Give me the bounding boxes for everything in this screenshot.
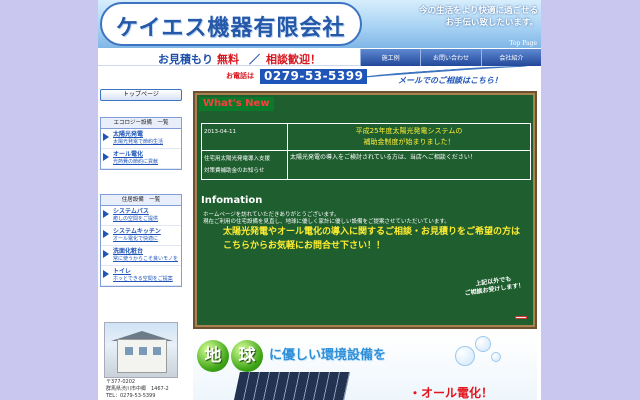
company-logo[interactable]: ケイエス機器有限会社 xyxy=(100,2,362,46)
news-table: 2013-04-11 平成25年度太陽光発電システムの 補助金制度が始まりました… xyxy=(201,123,531,180)
sidebar-item-subtitle: 常に使うからこそ良いモノを xyxy=(113,256,179,262)
nav-company-info[interactable]: 会社紹介 xyxy=(480,49,541,66)
arrow-right-icon xyxy=(103,230,109,238)
sidebar-item-subtitle: 太陽光発電で節約生活 xyxy=(113,139,164,145)
house-section-title: 住居設備 一覧 xyxy=(101,195,181,206)
free-label: 無料 xyxy=(217,53,239,66)
blackboard: What's New 2013-04-11 平成25年度太陽光発電システムの 補… xyxy=(197,95,533,325)
phone-number: 0279-53-5399 xyxy=(260,69,368,84)
sidebar-item-title: トイレ xyxy=(113,268,132,275)
sidebar-item-title: 太陽光発電 xyxy=(113,131,144,138)
logo-text: ケイエス機器有限会社 xyxy=(116,16,346,41)
tagline: 今の生活をより快適に過ごせる お手伝い致したいます。 xyxy=(388,5,538,29)
quote-label: お見積もり xyxy=(158,53,213,66)
sidebar-item-solar-power[interactable]: 太陽光発電 太陽光発電で節約生活 xyxy=(101,129,181,149)
solar-panel-image xyxy=(234,372,350,400)
sidebar-item-vanity[interactable]: 洗面化粧台 常に使うからこそ良いモノを xyxy=(101,246,181,266)
company-address: 〒377-0202 群馬県渋川市中郷 1467-2 TEL：0279-53-53… xyxy=(106,379,186,400)
telephone: TEL：0279-53-5399 xyxy=(106,393,156,399)
earth-orb: 球 xyxy=(231,340,263,372)
sidebar-top-page-button[interactable]: トップページ xyxy=(100,89,182,101)
street-address: 群馬県渋川市中郷 1467-2 xyxy=(106,386,169,392)
news-headline: 平成25年度太陽光発電システムの xyxy=(355,127,463,135)
house-equipment-section: 住居設備 一覧 システムバス 癒しの空間をご提供 システムキッチン オール電化で… xyxy=(100,194,182,287)
news-date: 2013-04-11 xyxy=(204,129,236,135)
sidebar: トップページ エコロジー設備 一覧 太陽光発電 太陽光発電で節約生活 オール電化… xyxy=(98,88,184,400)
nav-contact[interactable]: お問い合わせ xyxy=(420,49,481,66)
postal-code: 〒377-0202 xyxy=(106,379,136,385)
sidebar-item-title: システムバス xyxy=(113,208,149,215)
bubble-icon xyxy=(475,336,491,352)
arrow-right-icon xyxy=(103,270,109,278)
sidebar-item-system-kitchen[interactable]: システムキッチン オール電化で快適に xyxy=(101,226,181,246)
news-headline: 補助金制度が始まりました！ xyxy=(363,138,455,146)
contact-invitation[interactable]: 太陽光発電やオール電化の導入に関するご相談・お見積りをご希望の方は こちらからお… xyxy=(223,225,523,253)
consult-welcome-label: 相談歓迎！ xyxy=(266,53,321,66)
top-page-link[interactable]: Top Page xyxy=(509,40,537,47)
eco-banner-text: に優しい環境設備を xyxy=(269,348,387,363)
main-nav: 施工例 お問い合わせ 会社紹介 xyxy=(360,49,541,66)
sidebar-item-system-bath[interactable]: システムバス 癒しの空間をご提供 xyxy=(101,206,181,226)
sidebar-item-subtitle: オール電化で快適に xyxy=(113,236,159,242)
bubble-icon xyxy=(491,352,501,362)
news-title-line: 対策費補助金のお知らせ xyxy=(204,168,265,174)
arrow-right-icon xyxy=(103,133,109,141)
sidebar-item-subtitle: 光熱費の節約に貢献 xyxy=(113,159,159,165)
phone-label: お電話は xyxy=(226,72,254,80)
news-title-line: 住宅用太陽光発電導入支援 xyxy=(204,156,271,162)
quote-banner: お見積もり 無料 ／ 相談歓迎！ xyxy=(98,49,360,66)
earth-orb: 地 xyxy=(197,340,229,372)
sidebar-item-toilet[interactable]: トイレ ホッとできる空間をご提案 xyxy=(101,266,181,286)
all-electric-heading: ・オール電化！ xyxy=(409,386,494,400)
arrow-right-icon xyxy=(103,250,109,258)
arrow-right-icon xyxy=(103,153,109,161)
sidebar-item-subtitle: ホッとできる空間をご提案 xyxy=(113,276,173,282)
contact-invitation-line: 太陽光発電やオール電化の導入に関するご相談・お見積りをご希望の方は xyxy=(223,227,521,237)
eco-banner: 地 球 に優しい環境設備を ・オール電化！ xyxy=(193,334,537,400)
chalk-note: 上記以外でも ご相談お受けします！ xyxy=(458,273,530,299)
eco-equipment-section: エコロジー設備 一覧 太陽光発電 太陽光発電で節約生活 オール電化 光熱費の節約… xyxy=(100,117,182,170)
blackboard-frame: What's New 2013-04-11 平成25年度太陽光発電システムの 補… xyxy=(193,91,537,329)
news-body: 太陽光発電の導入をご検討されている方は、当店へご相談ください！ xyxy=(290,154,476,161)
bubble-icon xyxy=(455,346,475,366)
chalk-icon xyxy=(515,316,527,319)
sidebar-item-title: 洗面化粧台 xyxy=(113,248,144,255)
tagline-line: 今の生活をより快適に過ごせる xyxy=(419,6,538,16)
news-row: 住宅用太陽光発電導入支援 対策費補助金のお知らせ 太陽光発電の導入をご検討されて… xyxy=(201,150,531,180)
news-left-cell: 2013-04-11 xyxy=(201,123,288,151)
news-row: 2013-04-11 平成25年度太陽光発電システムの 補助金制度が始まりました… xyxy=(201,123,531,151)
arrow-right-icon xyxy=(103,210,109,218)
site-header: ケイエス機器有限会社 今の生活をより快適に過ごせる お手伝い致したいます。 To… xyxy=(98,0,541,48)
sidebar-item-all-electric[interactable]: オール電化 光熱費の節約に貢献 xyxy=(101,149,181,169)
sidebar-item-title: オール電化 xyxy=(113,151,144,158)
eco-section-title: エコロジー設備 一覧 xyxy=(101,118,181,129)
sidebar-item-subtitle: 癒しの空間をご提供 xyxy=(113,216,159,222)
mail-consult-link[interactable]: メールでのご相談はこちら！ xyxy=(398,75,502,86)
office-building-photo xyxy=(104,322,178,378)
tagline-line: お手伝い致したいます。 xyxy=(445,18,538,28)
news-title-cell: 住宅用太陽光発電導入支援 対策費補助金のお知らせ xyxy=(201,150,288,180)
page: ケイエス機器有限会社 今の生活をより快適に過ごせる お手伝い致したいます。 To… xyxy=(98,0,541,400)
sidebar-item-title: システムキッチン xyxy=(113,228,161,235)
news-headline-cell[interactable]: 平成25年度太陽光発電システムの 補助金制度が始まりました！ xyxy=(287,123,531,151)
contact-invitation-line: こちらからお気軽にお問合せ下さい！！ xyxy=(223,241,386,251)
whats-new-title: What's New xyxy=(199,97,274,111)
phone-row: お電話は 0279-53-5399 メールでのご相談はこちら！ xyxy=(98,63,541,88)
separator: ／ xyxy=(249,53,260,66)
news-body-cell: 太陽光発電の導入をご検討されている方は、当店へご相談ください！ xyxy=(287,150,531,180)
nav-construction-examples[interactable]: 施工例 xyxy=(360,49,421,66)
info-text: 現在ご利用の住宅設備を見直し、地球に優しく家計に優しい設備をご提案させていただい… xyxy=(203,219,450,225)
information-title: Infomation xyxy=(201,195,263,206)
